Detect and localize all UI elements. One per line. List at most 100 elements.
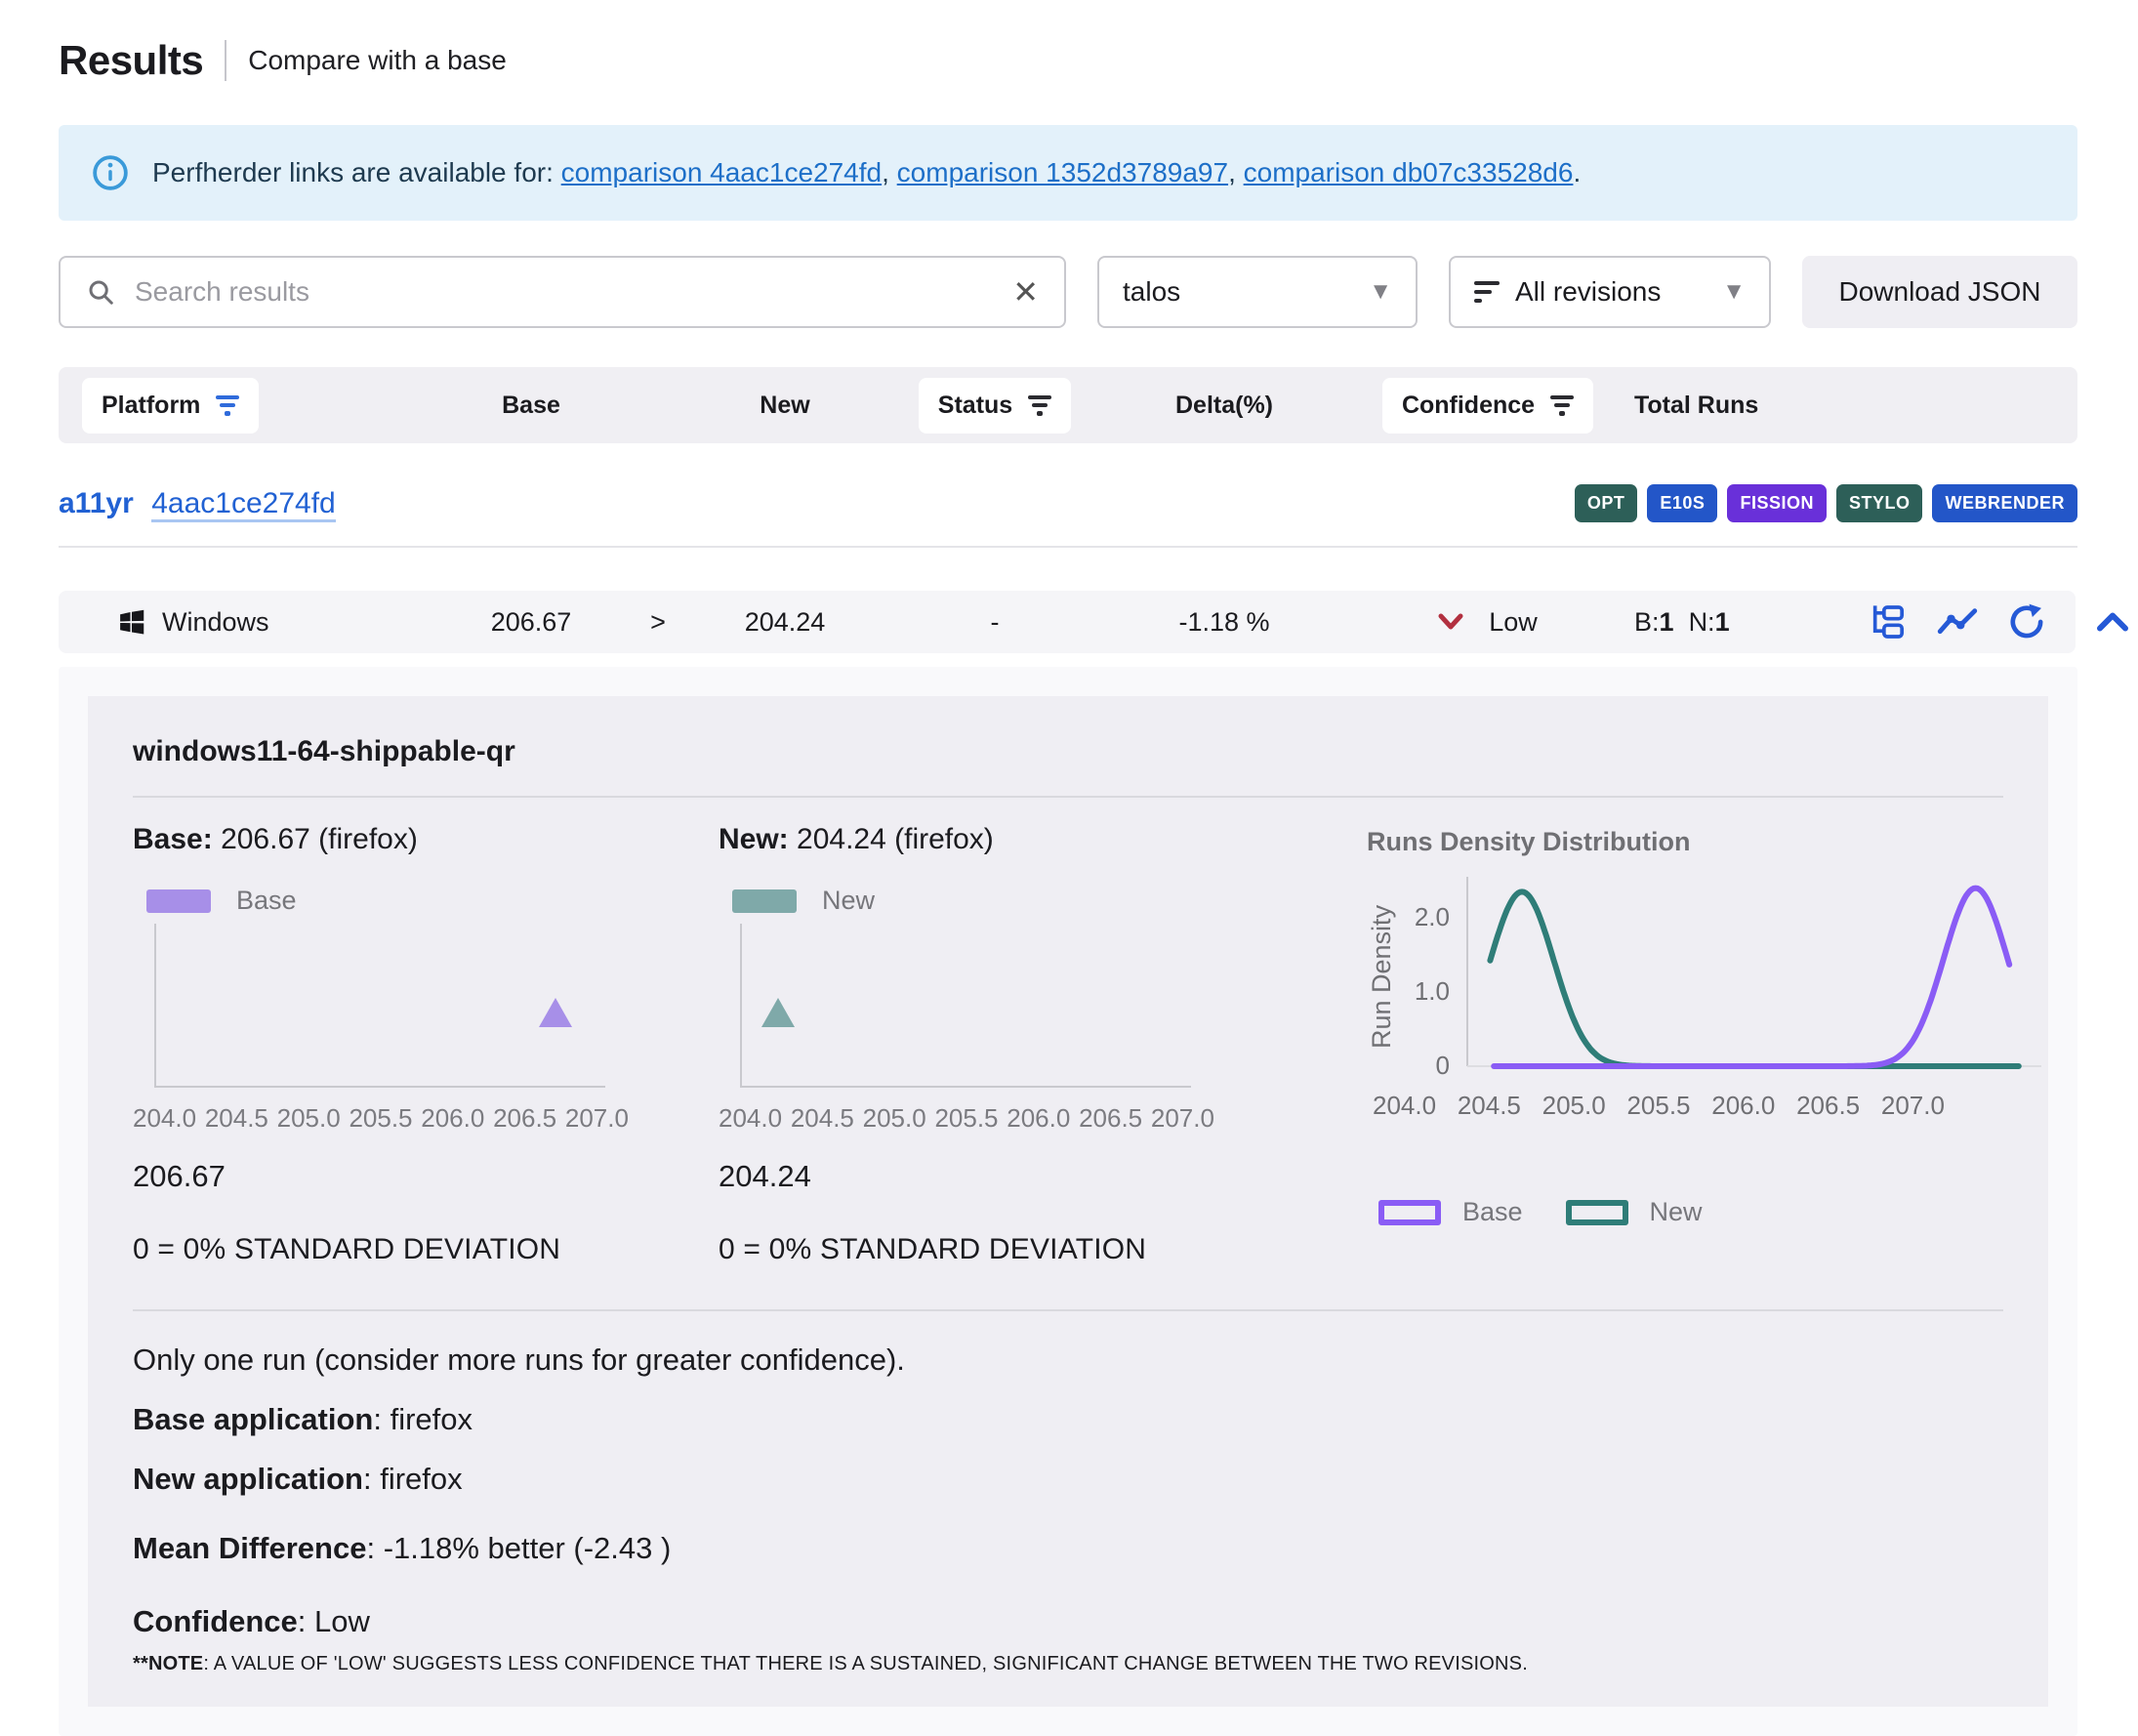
axis-tick: 207.0 xyxy=(1151,1103,1214,1134)
charts-row: Base: 206.67 (firefox) Base 204.0 204.5 20… xyxy=(133,798,2003,1266)
chevron-down-icon: ▼ xyxy=(1369,278,1392,306)
chevron-up-icon xyxy=(2096,610,2129,634)
retrigger-icon[interactable] xyxy=(2007,602,2046,641)
axis-tick: 207.0 xyxy=(1881,1091,1945,1121)
search-box[interactable]: ✕ xyxy=(59,256,1066,328)
chevron-down-icon: ▼ xyxy=(1722,278,1746,306)
results-table-header: Platform Base New Status Delta(%) Confid… xyxy=(59,367,2077,443)
density-xticks: 204.0204.5205.0205.5206.0206.5207.0 xyxy=(1373,1091,1945,1121)
density-body: Run Density 01.02.0 xyxy=(1367,873,2076,1081)
comparison-link[interactable]: comparison 1352d3789a97 xyxy=(897,157,1228,187)
subtests-icon[interactable] xyxy=(1869,602,1908,641)
new-swatch xyxy=(732,889,797,913)
controls-row: ✕ talos ▼ All revisions ▼ Download JSON xyxy=(59,256,2077,328)
banner-prefix: Perfherder links are available for: xyxy=(152,157,554,187)
subtest-title: windows11-64-shippable-qr xyxy=(133,696,2003,796)
platform-header-label: Platform xyxy=(102,392,200,420)
status-filter-button[interactable]: Status xyxy=(919,378,1071,434)
confidence-header-label: Confidence xyxy=(1402,392,1535,420)
revision-link[interactable]: 4aac1ce274fd xyxy=(151,487,336,522)
column-delta: Delta(%) xyxy=(1107,392,1341,420)
legend-label: New xyxy=(1650,1197,1703,1227)
trend-down-icon xyxy=(1438,613,1463,631)
delta-cell: -1.18 % xyxy=(1107,607,1341,638)
clear-search-icon[interactable]: ✕ xyxy=(1012,276,1039,308)
filter-icon xyxy=(1550,395,1574,416)
base-legend: Base xyxy=(146,886,719,916)
density-title: Runs Density Distribution xyxy=(1367,827,2076,857)
results-page: Results Compare with a base Perfherder l… xyxy=(0,0,2138,1736)
base-marker xyxy=(539,998,572,1027)
status-header-label: Status xyxy=(938,392,1012,420)
test-name: a11yr xyxy=(59,487,134,519)
base-plot xyxy=(154,924,605,1088)
axis-tick: 204.0 xyxy=(133,1103,196,1134)
axis-tick: 1.0 xyxy=(1415,976,1450,1007)
base-stddev: 0 = 0% STANDARD DEVIATION xyxy=(133,1233,719,1266)
search-icon xyxy=(86,277,115,307)
density-plot xyxy=(1460,873,2045,1081)
density-legend: BaseNew xyxy=(1378,1197,2076,1227)
new-chart-col: New: 204.24 (firefox) New 204.0204.5205.… xyxy=(719,823,1304,1266)
new-plot xyxy=(740,924,1191,1088)
download-json-button[interactable]: Download JSON xyxy=(1802,256,2077,328)
subtest-panel: windows11-64-shippable-qr Base: 206.67 (… xyxy=(88,696,2048,1707)
axis-tick: 206.0 xyxy=(421,1103,484,1134)
axis-tick: 205.0 xyxy=(1542,1091,1606,1121)
graph-icon[interactable] xyxy=(1937,604,1978,640)
revisions-value: All revisions xyxy=(1515,276,1661,308)
axis-tick: 205.5 xyxy=(1626,1091,1690,1121)
density-legend-item: New xyxy=(1566,1197,1703,1227)
comparison-link[interactable]: comparison db07c33528d6 xyxy=(1244,157,1574,187)
axis-tick: 206.5 xyxy=(493,1103,556,1134)
axis-tick: 204.5 xyxy=(791,1103,854,1134)
confidence-line: Confidence: Low xyxy=(133,1606,2003,1636)
windows-icon xyxy=(117,607,146,637)
base-header: Base: 206.67 (firefox) xyxy=(133,823,719,856)
axis-tick: 205.5 xyxy=(934,1103,998,1134)
comparison-link[interactable]: comparison 4aac1ce274fd xyxy=(561,157,882,187)
test-title: a11yr 4aac1ce274fd xyxy=(59,487,336,520)
density-curves xyxy=(1490,889,2018,1066)
new-value-cell: 204.24 xyxy=(687,607,883,638)
only-one-run-note: Only one run (consider more runs for gre… xyxy=(133,1344,2003,1375)
axis-tick: 204.0 xyxy=(719,1103,782,1134)
column-new: New xyxy=(687,392,883,420)
title-divider xyxy=(225,40,226,81)
badge-e10s: E10S xyxy=(1647,484,1717,522)
density-chart-col: Runs Density Distribution Run Density 01… xyxy=(1304,823,2076,1266)
density-ylabel: Run Density xyxy=(1367,873,1397,1081)
badge-stylo: STYLO xyxy=(1836,484,1923,522)
confidence-value: Low xyxy=(1489,607,1538,638)
axis-tick: 206.0 xyxy=(1007,1103,1070,1134)
page-header: Results Compare with a base xyxy=(59,37,2077,84)
platform-name: Windows xyxy=(162,607,269,638)
framework-value: talos xyxy=(1123,276,1180,308)
legend-swatch xyxy=(1566,1200,1628,1225)
banner-links: comparison 4aac1ce274fd, comparison 1352… xyxy=(561,157,1582,187)
axis-tick: 206.5 xyxy=(1796,1091,1860,1121)
new-application: New application: firefox xyxy=(133,1464,2003,1494)
new-xticks: 204.0204.5205.0205.5206.0206.5207.0 xyxy=(719,1103,1214,1134)
density-yticks: 01.02.0 xyxy=(1403,873,1460,1076)
search-input[interactable] xyxy=(135,276,993,308)
sort-icon xyxy=(1474,281,1500,303)
column-confidence: Confidence xyxy=(1341,378,1634,434)
total-runs-cell: B:1 N:1 xyxy=(1634,607,1869,638)
density-svg xyxy=(1460,873,2045,1076)
base-chart-col: Base: 206.67 (firefox) Base 204.0204.520… xyxy=(133,823,719,1266)
axis-tick: 206.0 xyxy=(1711,1091,1775,1121)
framework-select[interactable]: talos ▼ xyxy=(1097,256,1418,328)
platform-cell: Windows xyxy=(82,607,433,638)
revisions-select[interactable]: All revisions ▼ xyxy=(1449,256,1771,328)
axis-tick: 204.5 xyxy=(1458,1091,1521,1121)
density-curve-base xyxy=(1494,889,2009,1066)
page-subtitle: Compare with a base xyxy=(248,45,507,76)
confidence-note: **NOTE: A VALUE OF 'LOW' SUGGESTS LESS C… xyxy=(133,1654,2003,1674)
perfherder-links-banner: Perfherder links are available for: comp… xyxy=(59,125,2077,221)
platform-filter-button[interactable]: Platform xyxy=(82,378,259,434)
collapse-row-button[interactable] xyxy=(2089,610,2136,634)
confidence-filter-button[interactable]: Confidence xyxy=(1382,378,1593,434)
axis-tick: 205.5 xyxy=(349,1103,412,1134)
base-swatch xyxy=(146,889,211,913)
